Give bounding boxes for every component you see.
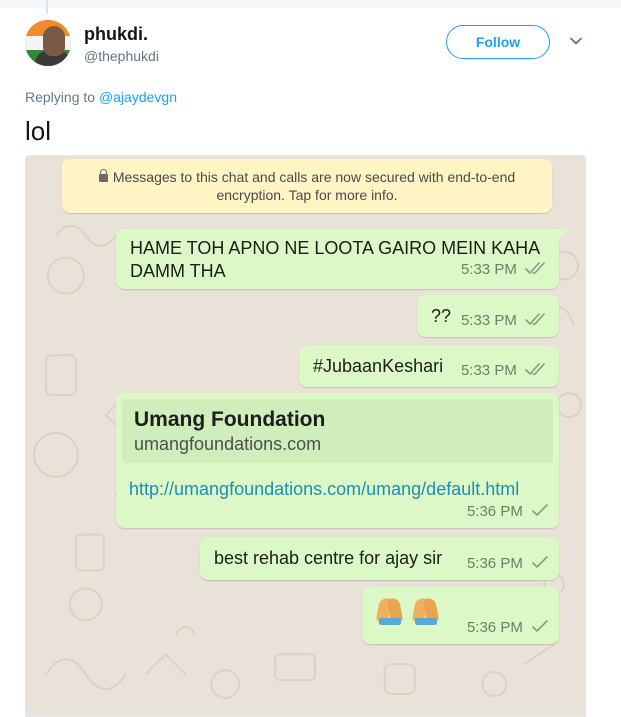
message-meta: 5:36 PM: [467, 619, 549, 636]
replying-to: Replying to @ajaydevgn: [25, 89, 177, 105]
author-name[interactable]: phukdi.: [84, 24, 148, 45]
message-meta: 5:33 PM: [461, 362, 549, 379]
link-preview-domain: umangfoundations.com: [134, 434, 322, 454]
message-meta: 5:33 PM: [461, 258, 549, 281]
message-time: 5:36 PM: [466, 503, 523, 520]
message-text: ??: [431, 306, 452, 326]
tweet-text: lol: [25, 116, 52, 146]
message-text: best rehab centre for ajay sir: [214, 548, 443, 568]
chevron-down-icon[interactable]: [569, 34, 583, 48]
message-bubble[interactable]: ?? 5:33 PM: [417, 295, 559, 337]
link-message-bubble[interactable]: Umang Foundation umangfoundations.com ht…: [116, 393, 559, 528]
folded-hands-icon: [412, 596, 440, 626]
folded-hands-icon: [376, 596, 404, 626]
message-meta: 5:33 PM: [461, 312, 549, 329]
encryption-notice-line2: encryption. Tap for more info.: [216, 187, 398, 203]
replying-prefix: Replying to: [25, 89, 96, 105]
encryption-notice[interactable]: Messages to this chat and calls are now …: [62, 159, 552, 213]
message-time: 5:33 PM: [460, 312, 517, 329]
message-time: 5:36 PM: [466, 619, 523, 636]
message-bubble[interactable]: HAME TOH APNO NE LOOTA GAIRO MEIN KAHA D…: [116, 229, 559, 289]
emoji-row: [376, 596, 440, 626]
message-bubble[interactable]: 5:36 PM: [362, 587, 559, 644]
message-meta: 5:36 PM: [467, 555, 549, 572]
message-bubble[interactable]: best rehab centre for ajay sir 5:36 PM: [200, 537, 559, 580]
check-icon: [532, 504, 548, 517]
author-handle[interactable]: @thephukdi: [84, 48, 159, 64]
message-link[interactable]: http://umangfoundations.com/umang/defaul…: [129, 477, 529, 501]
link-preview-title: Umang Foundation: [134, 408, 326, 431]
replying-to-mention[interactable]: @ajaydevgn: [99, 89, 177, 105]
message-text: #JubaanKeshari: [313, 356, 444, 376]
whatsapp-screenshot: Messages to this chat and calls are now …: [25, 155, 586, 717]
follow-button[interactable]: Follow: [446, 25, 550, 59]
message-time: 5:33 PM: [460, 362, 517, 379]
message-time: 5:36 PM: [466, 555, 523, 572]
timeline-top-bar: [0, 0, 621, 8]
bubble-tail: [556, 229, 568, 243]
double-check-icon: [525, 363, 545, 376]
check-icon: [532, 620, 548, 633]
avatar[interactable]: [25, 20, 71, 66]
encryption-notice-line1: Messages to this chat and calls are now …: [112, 169, 516, 185]
link-preview-card[interactable]: Umang Foundation umangfoundations.com: [122, 399, 553, 463]
message-bubble[interactable]: #JubaanKeshari 5:33 PM: [299, 345, 559, 387]
double-check-icon: [525, 262, 545, 275]
lock-icon: [98, 169, 108, 182]
message-time: 5:33 PM: [460, 261, 517, 278]
thread-connector-line: [46, 0, 48, 14]
double-check-icon: [525, 313, 545, 326]
check-icon: [532, 556, 548, 569]
message-meta: 5:36 PM: [467, 503, 549, 520]
